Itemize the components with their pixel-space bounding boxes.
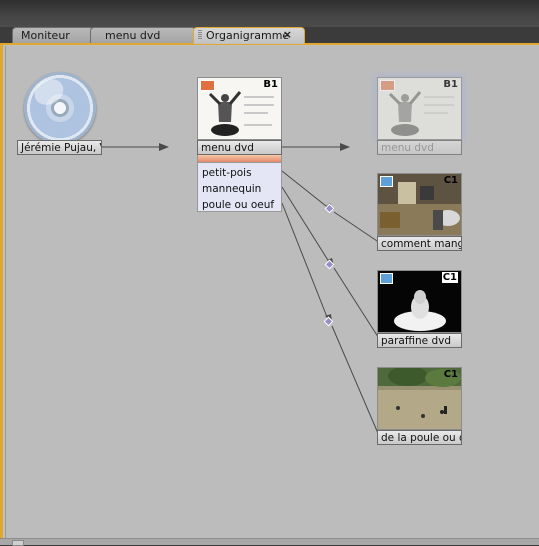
ghost-thumbnail[interactable]: B1 — [377, 77, 462, 140]
scroll-knob[interactable] — [12, 540, 24, 546]
menu-badge: B1 — [263, 79, 278, 90]
chapter-thumbnail[interactable]: C1 — [377, 270, 462, 333]
menu-separator — [197, 155, 282, 162]
chapter-label[interactable]: comment mange — [377, 236, 462, 251]
flag-icon — [380, 273, 393, 284]
chapter-label[interactable]: paraffine dvd — [377, 333, 462, 348]
disc-label[interactable]: Jérémie Pujau, V — [17, 140, 102, 155]
menu-button-poule[interactable]: poule ou oeuf — [198, 197, 281, 213]
chapter-badge: C1 — [443, 369, 458, 380]
flag-icon — [380, 176, 393, 187]
menu-label[interactable]: menu dvd — [197, 140, 282, 155]
chapter-thumbnail[interactable]: C1 — [377, 173, 462, 236]
menu-button-mannequin[interactable]: mannequin — [198, 181, 281, 197]
chapter-badge: C1 — [441, 272, 458, 283]
close-icon[interactable]: × — [283, 28, 292, 42]
menu-thumbnail[interactable]: B1 — [197, 77, 282, 140]
tab-menu-dvd[interactable]: menu dvd — [90, 27, 196, 43]
ghost-label[interactable]: menu dvd — [377, 140, 462, 155]
menu-button-petit-pois[interactable]: petit-pois — [198, 165, 281, 181]
chapter-badge: C1 — [443, 175, 458, 186]
tab-label: Organigramme — [206, 29, 290, 42]
window-header — [0, 0, 539, 27]
ghost-badge: B1 — [443, 79, 458, 90]
menu-button-list: petit-pois mannequin poule ou oeuf — [197, 162, 282, 212]
disc-icon[interactable] — [24, 72, 96, 144]
tab-organigramme[interactable]: Organigramme × — [193, 27, 305, 44]
tab-label: Moniteur — [21, 29, 70, 42]
grip-icon[interactable] — [198, 30, 202, 40]
chapter-label[interactable]: de la poule ou d — [377, 430, 462, 445]
tab-label: menu dvd — [105, 29, 161, 42]
chapter-thumbnail[interactable]: C1 — [377, 367, 462, 430]
tab-moniteur[interactable]: Moniteur — [12, 27, 94, 43]
